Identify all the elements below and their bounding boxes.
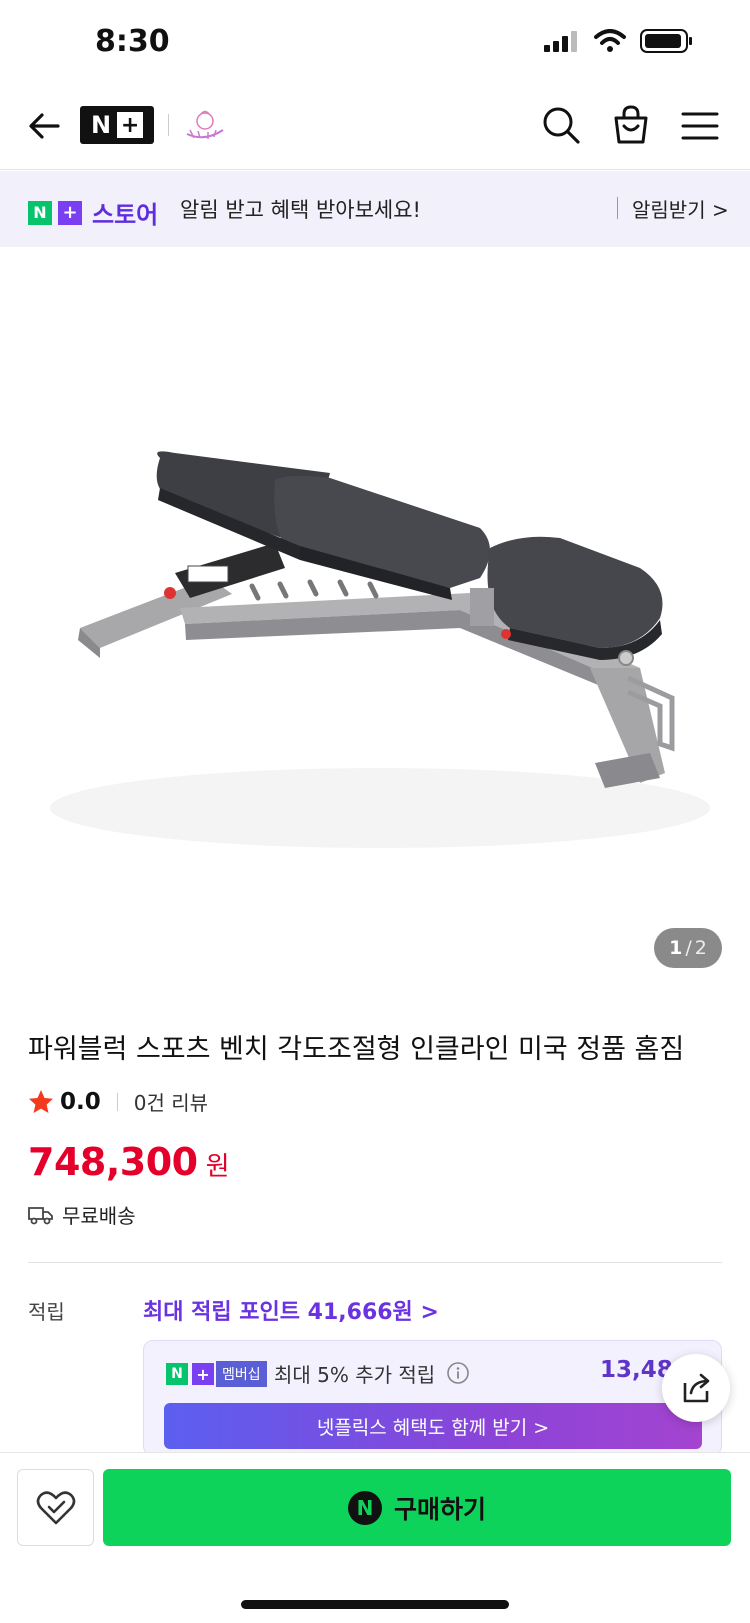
- store-logo-icon[interactable]: [184, 108, 226, 142]
- product-title: 파워블럭 스포츠 벤치 각도조절형 인클라인 미국 정품 홈짐: [28, 1034, 685, 1065]
- price-unit: 원: [205, 1152, 230, 1182]
- naver-plus-logo[interactable]: N +: [80, 106, 154, 144]
- shipping-text: 무료배송: [62, 1204, 136, 1228]
- promo-logo-plus: +: [58, 200, 82, 225]
- naver-plus-logo-n: N: [90, 111, 112, 139]
- image-page-counter: 1 / 2: [654, 928, 722, 968]
- image-total: 2: [694, 937, 707, 959]
- wifi-icon: [594, 29, 626, 52]
- top-header: N +: [0, 88, 750, 170]
- back-arrow-icon[interactable]: [24, 106, 64, 146]
- promo-text: 알림 받고 혜택 받아보세요!: [180, 198, 421, 222]
- membership-badge-n: N: [166, 1363, 188, 1385]
- points-label: 적립: [28, 1300, 65, 1324]
- hamburger-menu-icon[interactable]: [680, 106, 720, 146]
- promo-logo-word: 스토어: [92, 201, 159, 229]
- promo-divider: [617, 197, 618, 219]
- status-icons: [544, 28, 694, 54]
- rating-row[interactable]: 0.0 0건 리뷰: [28, 1087, 208, 1116]
- buy-button[interactable]: N 구매하기: [103, 1469, 731, 1546]
- shopping-bag-icon[interactable]: [610, 104, 652, 146]
- price-value: 748,300: [28, 1140, 198, 1184]
- membership-card: N + 멤버십 최대 5% 추가 적립 13,48 넷플릭스 혜택도 함께 받기…: [143, 1340, 722, 1456]
- cellular-signal-icon: [544, 31, 577, 52]
- image-current: 1: [669, 937, 683, 959]
- netflix-benefit-button[interactable]: 넷플릭스 혜택도 함께 받기 >: [164, 1403, 702, 1449]
- section-divider: [28, 1262, 722, 1263]
- membership-badge-word: 멤버십: [216, 1361, 267, 1387]
- header-divider: [168, 114, 169, 136]
- review-count[interactable]: 0건 리뷰: [134, 1087, 208, 1116]
- info-icon[interactable]: [446, 1361, 470, 1385]
- price-row: 748,300 원: [28, 1140, 230, 1184]
- membership-badge: N + 멤버십: [166, 1361, 267, 1387]
- battery-icon: [640, 29, 692, 53]
- product-image[interactable]: [0, 248, 750, 988]
- heart-check-icon: [36, 1490, 75, 1524]
- naver-plus-store-logo: N + 스토어: [28, 195, 158, 230]
- image-separator: /: [685, 937, 692, 959]
- home-indicator[interactable]: [241, 1600, 509, 1609]
- naver-plus-logo-plus: +: [117, 112, 144, 138]
- status-time: 8:30: [95, 24, 170, 59]
- share-button[interactable]: [662, 1354, 730, 1422]
- wishlist-button[interactable]: [17, 1469, 94, 1546]
- store-alert-banner[interactable]: N + 스토어 알림 받고 혜택 받아보세요! 알림받기 >: [0, 171, 750, 247]
- membership-points-amount: 13,48: [600, 1357, 673, 1383]
- buy-button-label: 구매하기: [393, 1494, 486, 1524]
- promo-logo-n: N: [28, 200, 52, 225]
- delivery-truck-icon: [28, 1206, 53, 1224]
- bottom-action-bar: N 구매하기: [0, 1452, 750, 1623]
- membership-badge-plus: +: [192, 1363, 214, 1385]
- max-points-link[interactable]: 최대 적립 포인트 41,666원 >: [143, 1294, 439, 1326]
- naver-pay-icon: N: [347, 1490, 382, 1525]
- shipping-row: 무료배송: [28, 1200, 136, 1229]
- notification-subscribe-link[interactable]: 알림받기 >: [632, 194, 729, 223]
- adjustable-bench-image: [50, 451, 710, 848]
- rating-value: 0.0: [60, 1088, 101, 1115]
- status-bar: 8:30: [0, 0, 750, 88]
- share-icon: [683, 1373, 710, 1403]
- search-icon[interactable]: [540, 104, 582, 146]
- membership-extra-points-text: 최대 5% 추가 적립: [274, 1363, 436, 1387]
- rating-divider: [116, 1092, 118, 1111]
- star-icon: [29, 1089, 53, 1113]
